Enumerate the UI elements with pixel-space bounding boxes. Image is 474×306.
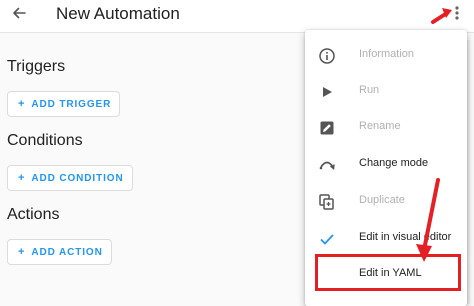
menu-item-run[interactable]: Run (305, 74, 467, 110)
menu-item-label: Run (359, 84, 380, 96)
menu-item-label: Information (359, 48, 415, 60)
page-title: New Automation (56, 4, 180, 23)
menu-item-label: Rename (359, 120, 401, 132)
add-trigger-button[interactable]: + ADD TRIGGER (7, 91, 121, 117)
add-condition-label: ADD CONDITION (31, 172, 124, 184)
menu-item-information[interactable]: Information (305, 38, 467, 74)
plus-icon: + (18, 246, 26, 258)
menu-item-duplicate[interactable]: Duplicate (305, 184, 467, 220)
conditions-heading: Conditions (7, 132, 83, 149)
add-condition-button[interactable]: + ADD CONDITION (7, 165, 133, 191)
change-mode-icon (318, 156, 336, 174)
triggers-heading: Triggers (7, 58, 66, 75)
play-icon (318, 83, 336, 101)
plus-icon: + (18, 98, 26, 110)
menu-item-label: Edit in visual editor (359, 231, 452, 243)
rename-icon (318, 119, 336, 137)
add-action-label: ADD ACTION (31, 246, 103, 258)
menu-item-label: Change mode (359, 157, 429, 169)
menu-item-change-mode[interactable]: Change mode (305, 147, 467, 183)
info-icon (318, 47, 336, 65)
duplicate-icon (318, 193, 336, 211)
annotation-highlight-box (315, 254, 461, 291)
arrow-left-icon[interactable] (10, 4, 28, 22)
menu-item-rename[interactable]: Rename (305, 110, 467, 146)
check-icon (318, 230, 336, 248)
menu-item-label: Duplicate (359, 194, 405, 206)
menu-item-edit-visual[interactable]: Edit in visual editor (305, 221, 467, 257)
plus-icon: + (18, 172, 26, 184)
add-action-button[interactable]: + ADD ACTION (7, 239, 112, 265)
top-app-bar: New Automation (0, 0, 474, 33)
dots-vertical-icon[interactable] (452, 4, 462, 26)
add-trigger-label: ADD TRIGGER (31, 98, 112, 110)
actions-heading: Actions (7, 206, 60, 223)
